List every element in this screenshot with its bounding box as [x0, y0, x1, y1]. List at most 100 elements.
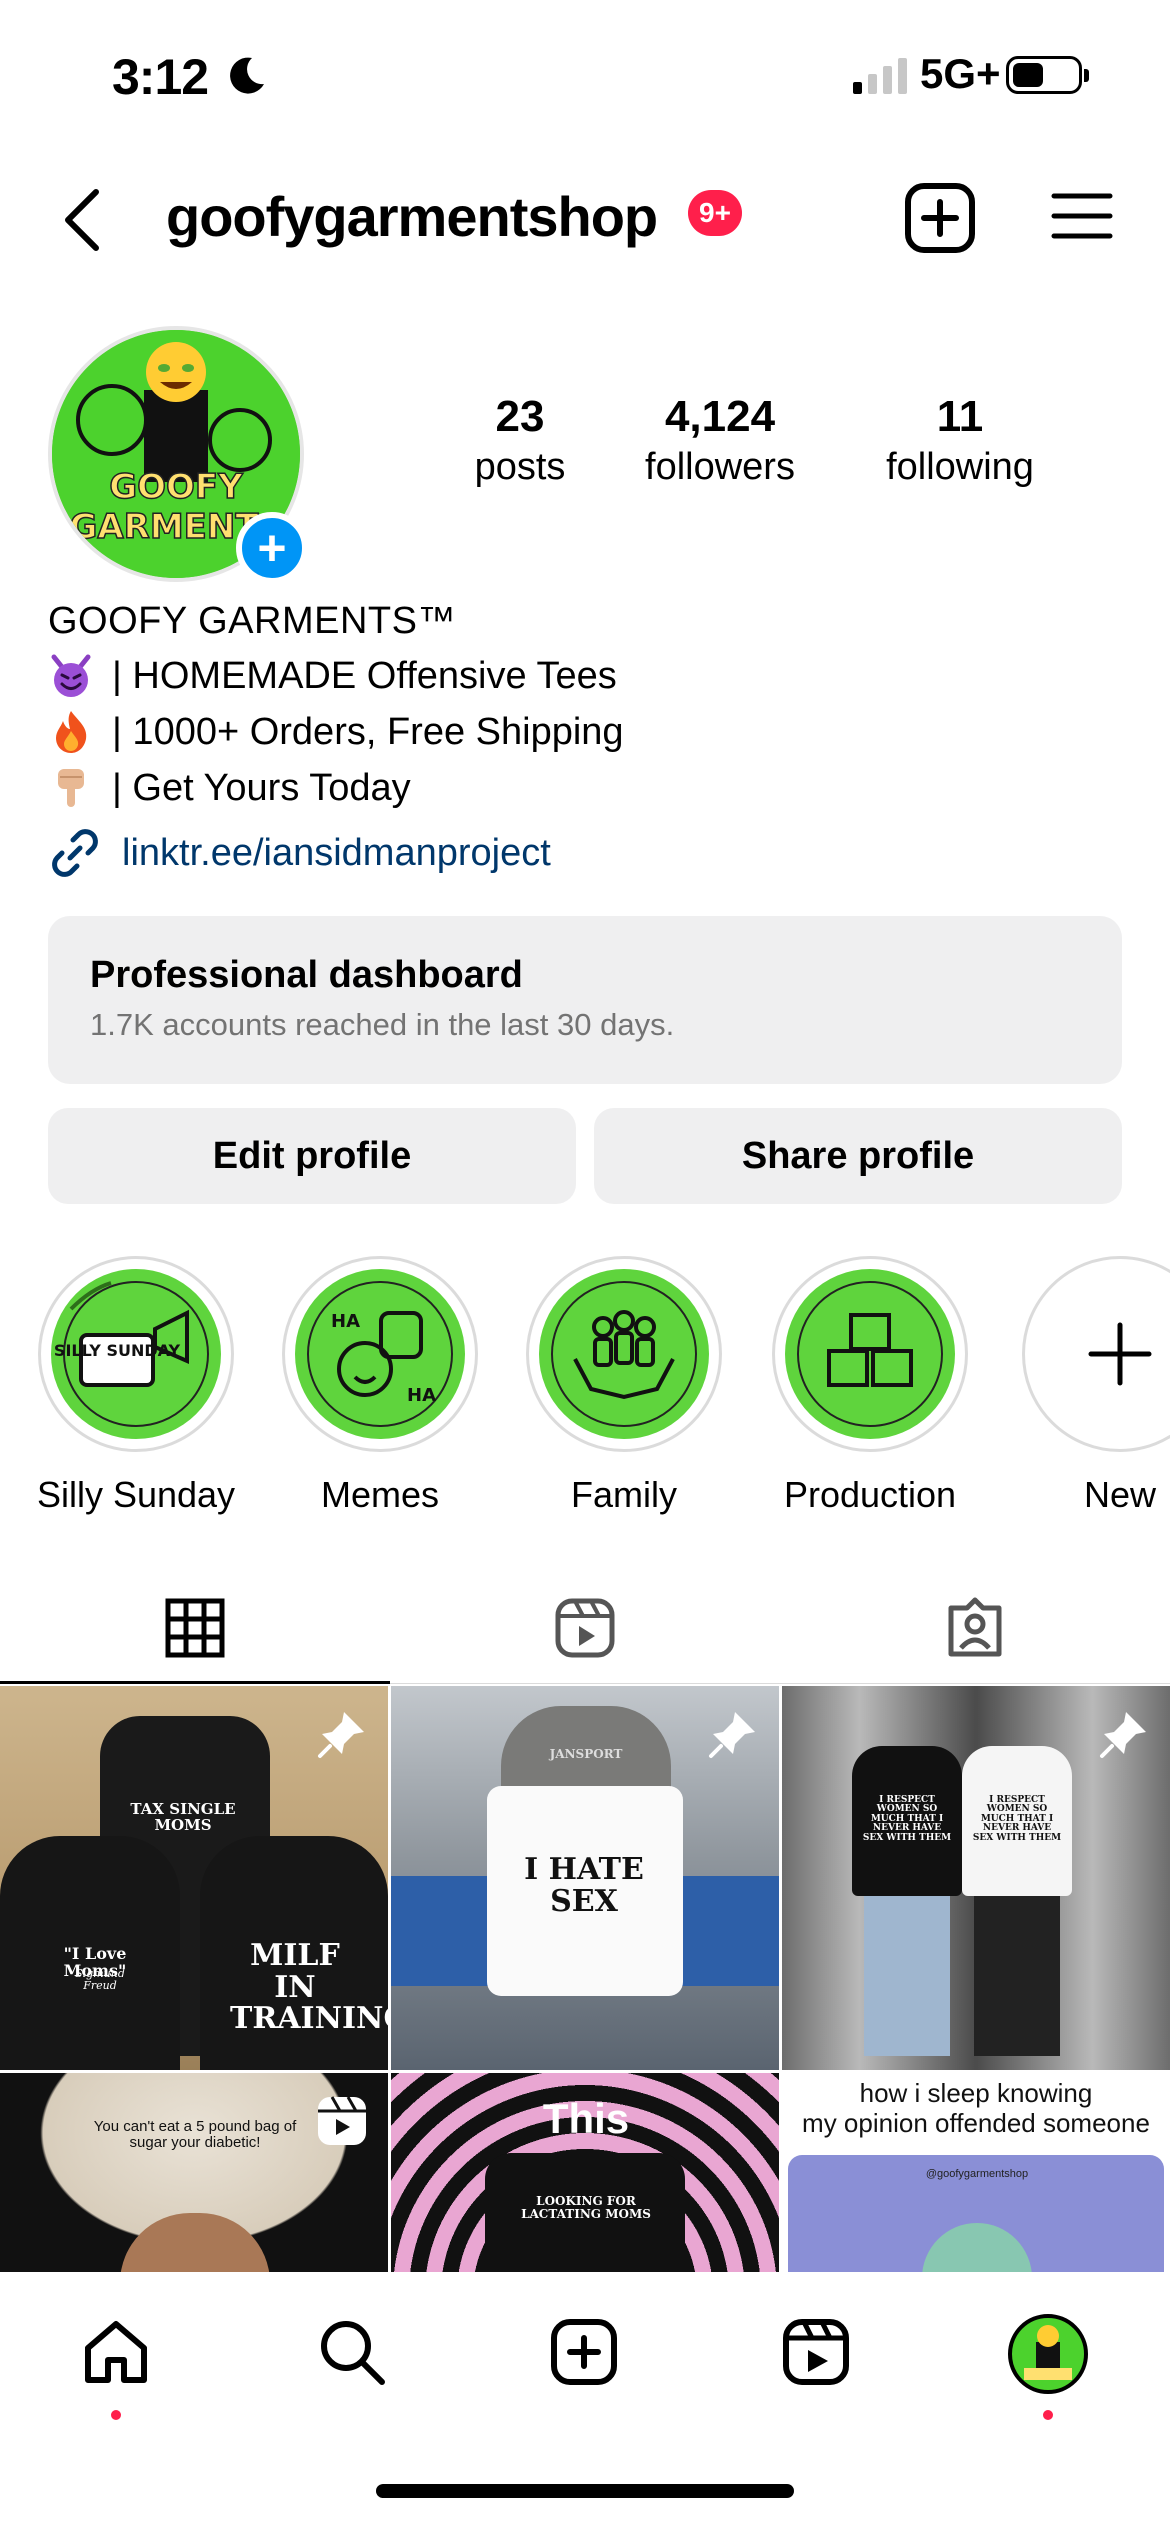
professional-dashboard-card[interactable]: Professional dashboard 1.7K accounts rea… — [48, 916, 1122, 1084]
battery-icon — [1006, 56, 1089, 94]
profile-content-tabs — [0, 1572, 1170, 1684]
bio-line: | Get Yours Today — [48, 765, 1128, 811]
hamburger-menu-icon[interactable] — [1050, 184, 1114, 248]
laughing-faces-icon: HA HA — [307, 1281, 453, 1427]
status-time: 3:12 — [112, 49, 209, 105]
back-arrow-icon[interactable] — [50, 180, 120, 260]
pin-icon — [318, 1712, 364, 1758]
shirt-text: I RESPECT WOMEN SO MUCH THAT I NEVER HAV… — [972, 1795, 1062, 1843]
highlight-label: Production — [783, 1474, 957, 1515]
highlight-new[interactable]: New — [1010, 1256, 1170, 1516]
tab-reels[interactable] — [390, 1572, 780, 1683]
search-icon — [321, 2321, 385, 2385]
meme-caption-line: how i sleep knowing — [859, 2078, 1093, 2108]
nav-profile[interactable] — [1006, 2312, 1090, 2396]
highlight-silly-sunday[interactable]: SILLY SUNDAY Silly Sunday — [26, 1256, 246, 1516]
dashboard-title: Professional dashboard — [90, 954, 523, 996]
highlight-ring: SILLY SUNDAY — [38, 1256, 234, 1452]
profile-bio: GOOFY GARMENTS™ | HOMEMADE Offensive Tee… — [48, 600, 1128, 811]
shirt-text: I HATE SEX — [524, 1852, 644, 1919]
highlight-label: Family — [571, 1474, 677, 1515]
highlight-cover — [785, 1269, 955, 1439]
highlight-ring — [526, 1256, 722, 1452]
stat-value: 4,124 — [664, 392, 776, 441]
profile-action-buttons: Edit profile Share profile — [48, 1108, 1122, 1204]
notification-badge[interactable]: 9+ — [688, 190, 742, 236]
add-story-button[interactable]: + — [236, 512, 308, 584]
highlight-ring — [1022, 1256, 1170, 1452]
megaphone-icon: SILLY SUNDAY — [54, 1281, 209, 1427]
story-highlights: SILLY SUNDAY Silly Sunday HA HA Memes Fa… — [0, 1256, 1170, 1516]
grid-post[interactable]: how i sleep knowing my opinion offended … — [782, 2073, 1170, 2273]
bio-text: | HOMEMADE Offensive Tees — [112, 654, 617, 697]
dashboard-subtitle: 1.7K accounts reached in the last 30 day… — [90, 1007, 675, 1042]
pin-icon — [709, 1712, 755, 1758]
bio-text: | 1000+ Orders, Free Shipping — [112, 710, 624, 753]
grid-post[interactable]: You can't eat a 5 pound bag of sugar you… — [0, 2073, 388, 2273]
highlight-ring — [772, 1256, 968, 1452]
post-caption: This — [542, 2095, 630, 2142]
shirt-text: I RESPECT WOMEN SO MUCH THAT I NEVER HAV… — [862, 1795, 952, 1843]
bio-line: | 1000+ Orders, Free Shipping — [48, 709, 1128, 755]
bio-link-text[interactable]: linktr.ee/iansidmanproject — [122, 832, 551, 875]
highlight-cover: SILLY SUNDAY — [51, 1269, 221, 1439]
reel-icon — [318, 2096, 366, 2145]
profile-header: goofygarmentshop 9+ — [0, 160, 1170, 280]
profile-username[interactable]: goofygarmentshop — [166, 184, 658, 249]
highlight-art-text: HA — [407, 1385, 436, 1406]
stat-posts[interactable]: 23 posts — [440, 392, 600, 489]
stat-label: followers — [645, 446, 795, 488]
edit-profile-button[interactable]: Edit profile — [48, 1108, 576, 1204]
smiling-devil-icon — [51, 654, 91, 697]
nav-home[interactable] — [76, 2312, 156, 2392]
highlight-cover: HA HA — [295, 1269, 465, 1439]
grid-post[interactable]: JANSPORT I HATE SEX — [391, 1686, 779, 2070]
do-not-disturb-moon-icon — [230, 57, 264, 94]
grid-icon — [165, 1598, 225, 1657]
posts-grid: TAX SINGLE MOMS "I Love Moms" Sigmund Fr… — [0, 1686, 1170, 2273]
highlight-memes[interactable]: HA HA Memes — [270, 1256, 490, 1516]
highlight-production[interactable]: Production — [760, 1256, 980, 1516]
highlight-label: Silly Sunday — [36, 1474, 236, 1515]
nav-reels[interactable] — [776, 2312, 856, 2392]
bio-line: | HOMEMADE Offensive Tees — [48, 653, 1128, 699]
highlight-art-text: HA — [331, 1311, 360, 1332]
bio-link[interactable]: linktr.ee/iansidmanproject — [48, 826, 551, 880]
highlight-family[interactable]: Family — [514, 1256, 734, 1516]
reel-caption: You can't eat a 5 pound bag of sugar you… — [93, 2118, 297, 2151]
svg-text:GOOFY: GOOFY — [109, 467, 243, 507]
pin-icon — [1100, 1712, 1146, 1758]
tab-tagged[interactable] — [780, 1572, 1170, 1683]
tab-posts-grid[interactable] — [0, 1572, 390, 1684]
plus-icon — [1088, 1322, 1152, 1386]
share-profile-button[interactable]: Share profile — [594, 1108, 1122, 1204]
profile-avatar[interactable]: GOOFY GARMENT + — [48, 326, 308, 584]
meme-caption-line: my opinion offended someone — [802, 2107, 1150, 2138]
nav-search[interactable] — [312, 2312, 392, 2392]
grid-post[interactable]: TAX SINGLE MOMS "I Love Moms" Sigmund Fr… — [0, 1686, 388, 2070]
profile-activity-dot — [1043, 2410, 1053, 2420]
home-activity-dot — [111, 2410, 121, 2420]
shirt-text: TAX SINGLE MOMS — [130, 1800, 236, 1834]
new-post-icon[interactable] — [900, 178, 980, 258]
tagged-person-icon — [948, 1597, 1002, 1656]
stat-value: 23 — [495, 392, 545, 441]
home-indicator — [376, 2484, 794, 2498]
fire-icon — [56, 711, 87, 753]
shirt-signature: Sigmund Freud — [75, 1967, 125, 1992]
hoodie-text: JANSPORT — [549, 1747, 623, 1761]
home-icon — [85, 2321, 147, 2383]
stat-value: 11 — [936, 392, 984, 441]
link-icon — [52, 829, 98, 877]
cellular-signal-icon — [853, 58, 907, 94]
highlight-cover — [539, 1269, 709, 1439]
highlight-label: Memes — [320, 1474, 440, 1515]
nav-create[interactable] — [544, 2312, 624, 2392]
stat-following[interactable]: 11 following — [840, 392, 1080, 489]
grid-post[interactable]: I RESPECT WOMEN SO MUCH THAT I NEVER HAV… — [782, 1686, 1170, 2070]
pointing-down-icon — [58, 769, 84, 807]
stat-label: following — [886, 446, 1034, 488]
grid-post[interactable]: This LOOKING FOR LACTATING MOMS — [391, 2073, 779, 2273]
stat-followers[interactable]: 4,124 followers — [600, 392, 840, 489]
watermark: @goofygarmentshop — [925, 2168, 1029, 2180]
